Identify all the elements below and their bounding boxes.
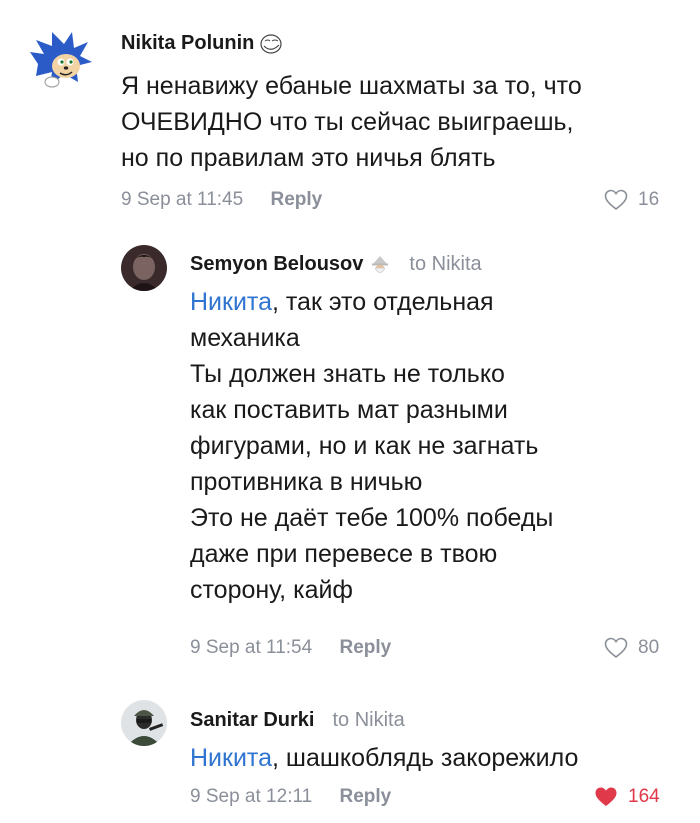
comment-meta: 9 Sep at 12:11 Reply — [190, 786, 391, 808]
heart-filled-icon — [595, 787, 617, 806]
comment-meta: 9 Sep at 11:45 Reply — [121, 189, 322, 211]
text-line: фигурами, но и как не загнать — [190, 432, 539, 460]
avatar[interactable] — [28, 26, 98, 96]
timestamp: 9 Sep at 11:45 — [121, 189, 244, 210]
reply-button[interactable]: Reply — [339, 786, 391, 807]
timestamp: 9 Sep at 11:54 — [190, 637, 313, 658]
avatar[interactable] — [121, 245, 167, 291]
author-name[interactable]: Semyon Belousov — [190, 253, 363, 276]
timestamp: 9 Sep at 12:11 — [190, 786, 313, 807]
text-line: Никита, шашкоблядь закорежило — [190, 740, 578, 776]
text-line: механика — [190, 324, 300, 352]
heart-outline-icon — [604, 637, 628, 659]
text-fragment: , шашкоблядь закорежило — [272, 744, 579, 772]
text-line: противника в ничью — [190, 468, 423, 496]
like-button[interactable]: 164 — [594, 786, 660, 808]
like-button[interactable]: 16 — [604, 189, 659, 211]
text-line: Ты должен знать не только — [190, 360, 505, 388]
comment-text: Никита, шашкоблядь закорежило — [190, 740, 578, 776]
author-name[interactable]: Nikita Polunin — [121, 32, 254, 55]
like-count: 16 — [638, 189, 660, 210]
comment-meta: 9 Sep at 11:54 Reply — [190, 637, 391, 659]
mention-link[interactable]: Никита — [190, 744, 272, 772]
sonic-avatar — [28, 26, 98, 96]
text-line: Никита, так это отдельная — [190, 284, 553, 320]
reply-button[interactable]: Reply — [339, 637, 391, 658]
like-count: 80 — [638, 637, 660, 658]
text-line: сторону, кайф — [190, 576, 354, 604]
reply-to-label[interactable]: to Nikita — [332, 709, 404, 732]
like-count: 164 — [628, 786, 660, 807]
comment-text: Никита, так это отдельная механика Ты до… — [190, 284, 553, 608]
comment-text: Я ненавижу ебаные шахматы за то, что ОЧЕ… — [121, 68, 582, 176]
author-name[interactable]: Sanitar Durki — [190, 709, 314, 732]
text-line: ОЧЕВИДНО что ты сейчас выиграешь, — [121, 108, 574, 136]
text-fragment: , так это отдельная — [272, 288, 494, 316]
text-line: Это не даёт тебе 100% победы — [190, 504, 554, 532]
text-line: но по правилам это ничья блять — [121, 144, 496, 172]
gnome-icon — [369, 255, 391, 275]
avatar-photo — [121, 245, 167, 291]
avatar-soldier — [121, 700, 167, 746]
like-button[interactable]: 80 — [604, 637, 659, 659]
troll-face-icon — [260, 33, 282, 54]
avatar[interactable] — [121, 700, 167, 746]
reply-to-label[interactable]: to Nikita — [409, 253, 481, 276]
heart-outline-icon — [604, 189, 628, 211]
reply-button[interactable]: Reply — [270, 189, 322, 210]
text-line: как поставить мат разными — [190, 396, 508, 424]
mention-link[interactable]: Никита — [190, 288, 272, 316]
text-line: Я ненавижу ебаные шахматы за то, что — [121, 72, 582, 100]
text-line: даже при перевесе в твою — [190, 540, 498, 568]
